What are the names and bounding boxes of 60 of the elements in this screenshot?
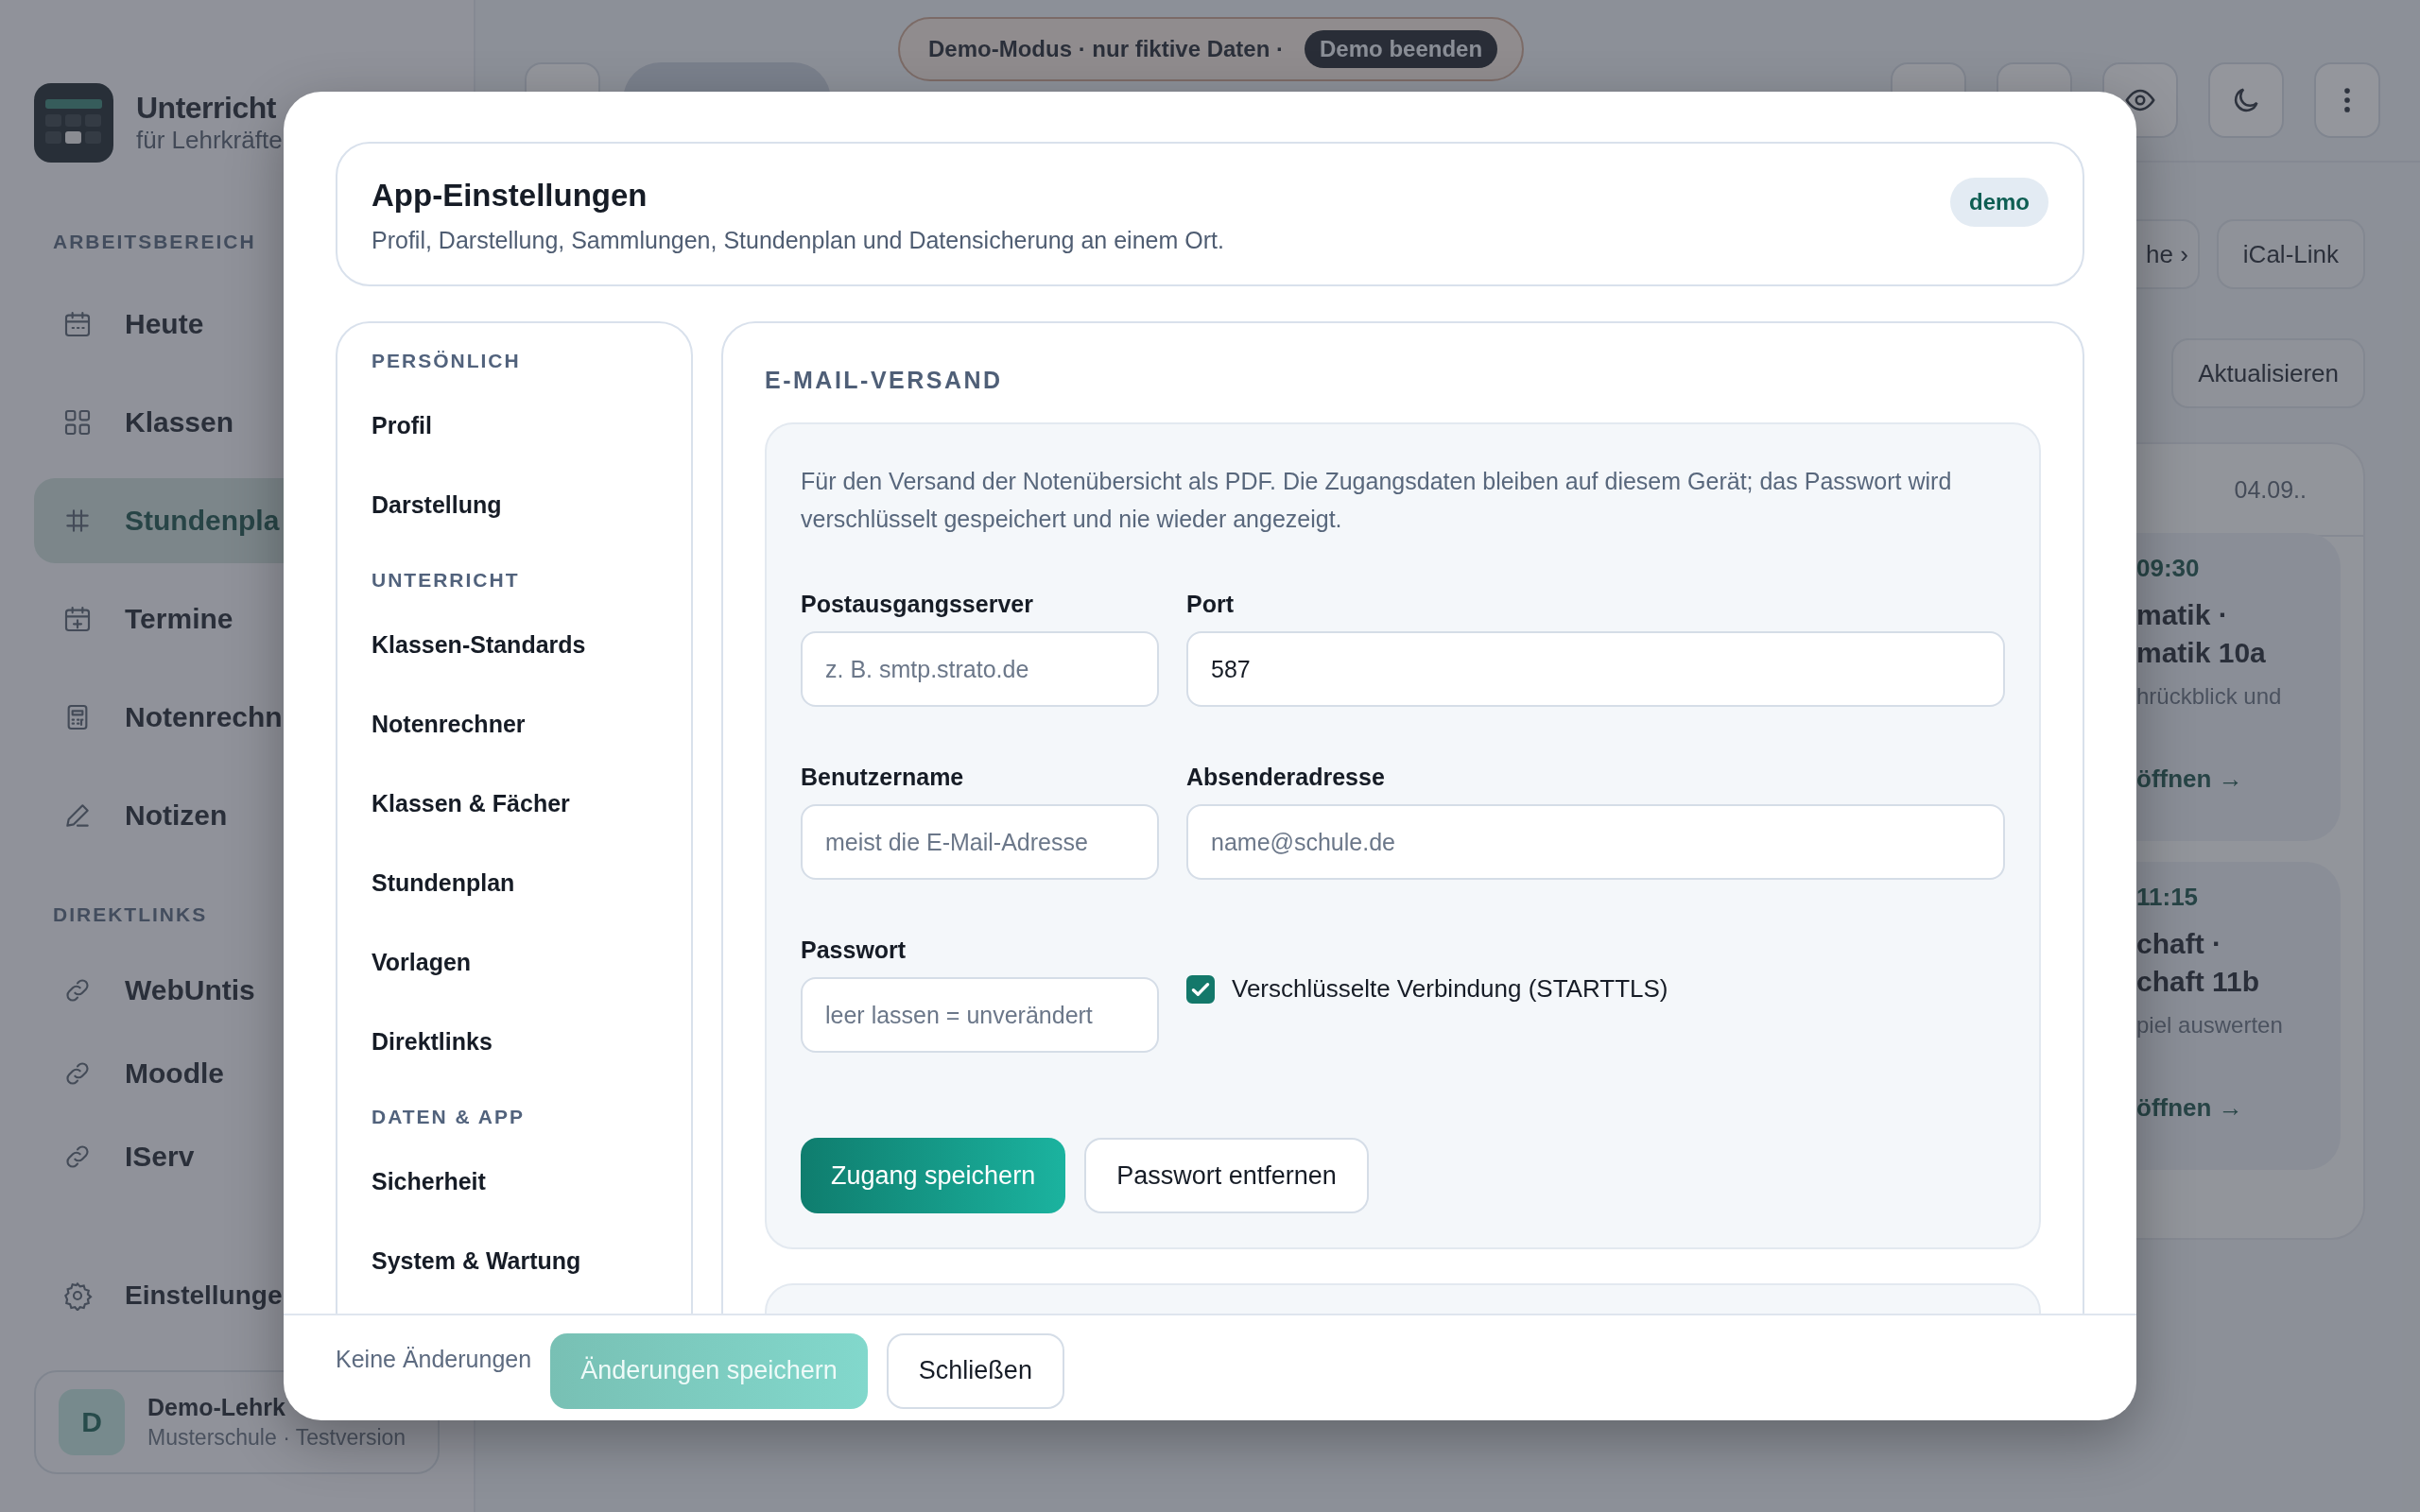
app-logo-icon [34, 83, 113, 163]
app-subtitle: für Lehrkräfte [136, 126, 283, 155]
input-field[interactable]: meist die E-Mail-Adresse [801, 804, 1159, 880]
dialog-title: App-Einstellungen [372, 178, 648, 214]
nav-item[interactable]: Notenrechner [372, 699, 657, 779]
sidebar-heading: DIREKTLINKS [53, 903, 208, 926]
user-subtitle: Musterschule · Testversion [147, 1425, 406, 1451]
nav-item[interactable]: Vorlagen [372, 937, 657, 1017]
week-button[interactable]: iCal-Link [2216, 219, 2365, 289]
nav-item[interactable]: Direktlinks [372, 1017, 657, 1096]
lesson-time: 09:30 [2136, 554, 2201, 583]
remove-password-button[interactable]: Passwort entfernen [1084, 1138, 1369, 1213]
nav-item[interactable]: Stundenplan [372, 858, 657, 937]
user-name: Demo-Lehrk [147, 1394, 286, 1421]
lesson-title: chaft · [2136, 927, 2222, 961]
field-label: Benutzername [801, 764, 965, 791]
input-field[interactable]: leer lassen = unverändert [801, 977, 1159, 1053]
calendar-plus-icon [62, 604, 93, 634]
open-link[interactable]: öffnen → [2136, 1093, 2322, 1123]
lesson-time: 11:15 [2136, 883, 2200, 912]
lesson-title: matik · [2136, 598, 2229, 632]
field-label: Port [1186, 591, 1235, 618]
field-label: Postausgangsserver [801, 591, 1034, 618]
nav-item[interactable]: Profil [372, 401, 657, 480]
field-label: Absenderadresse [1186, 764, 1386, 791]
close-button[interactable]: Schließen [886, 1332, 1064, 1409]
app-name: Unterricht [136, 91, 277, 126]
gear-icon [62, 1280, 93, 1311]
input-field[interactable]: z. B. smtp.strato.de [801, 631, 1159, 707]
date-label: 04.09.. [2234, 475, 2307, 504]
lesson-title: matik 10a [2136, 636, 2267, 670]
lesson-note: hrückblick und [2136, 683, 2283, 710]
nav-item[interactable]: Sicherheit [372, 1157, 657, 1236]
input-field[interactable]: name@schule.de [1186, 804, 2005, 880]
section-title: E-MAIL-VERSAND [765, 367, 1004, 394]
demo-banner-text: Demo-Modus · nur fiktive Daten · [928, 36, 1285, 62]
nav-item[interactable]: Klassen & Fächer [372, 779, 657, 858]
demo-badge: demo [1950, 178, 2048, 227]
input-field[interactable]: 587 [1186, 631, 2005, 707]
sidebar-heading: ARBEITSBEREICH [53, 231, 256, 253]
calendar-icon [62, 309, 93, 339]
user-avatar: D [59, 1389, 125, 1455]
lesson-note: piel auswerten [2136, 1012, 2284, 1039]
lesson-title: chaft 11b [2136, 965, 2261, 999]
checkbox[interactable] [1186, 974, 1215, 1004]
nav-item[interactable]: Klassen-Standards [372, 620, 657, 699]
nav-heading: PERSÖNLICH [372, 350, 522, 372]
save-access-button[interactable]: Zugang speichern [801, 1138, 1066, 1213]
field-label: Passwort [801, 936, 908, 964]
end-demo-button[interactable]: Demo beenden [1305, 30, 1498, 68]
refresh-button[interactable]: Aktualisieren [2171, 338, 2365, 408]
status-text: Keine Änderungen [336, 1346, 532, 1373]
nav-heading: UNTERRICHT [372, 569, 521, 592]
nav-item[interactable]: System & Wartung [372, 1236, 657, 1314]
section-description: Für den Versand der Notenübersicht als PDF. Die Zugangsdaten bleiben auf diesem Gerät; das Passwort wird verschlüsselt gespeichert und nie wieder angezeigt. [801, 467, 1953, 534]
dialog-subtitle: Profil, Darstellung, Sammlungen, Stundenplan und Datensicherung an einem Ort. [372, 227, 1224, 254]
open-link[interactable]: öffnen → [2136, 765, 2322, 794]
checkbox-label: Verschlüsselte Verbindung (STARTTLS) [1232, 974, 1668, 1004]
grid-icon [62, 407, 93, 438]
nav-heading: DATEN & APP [372, 1106, 526, 1128]
